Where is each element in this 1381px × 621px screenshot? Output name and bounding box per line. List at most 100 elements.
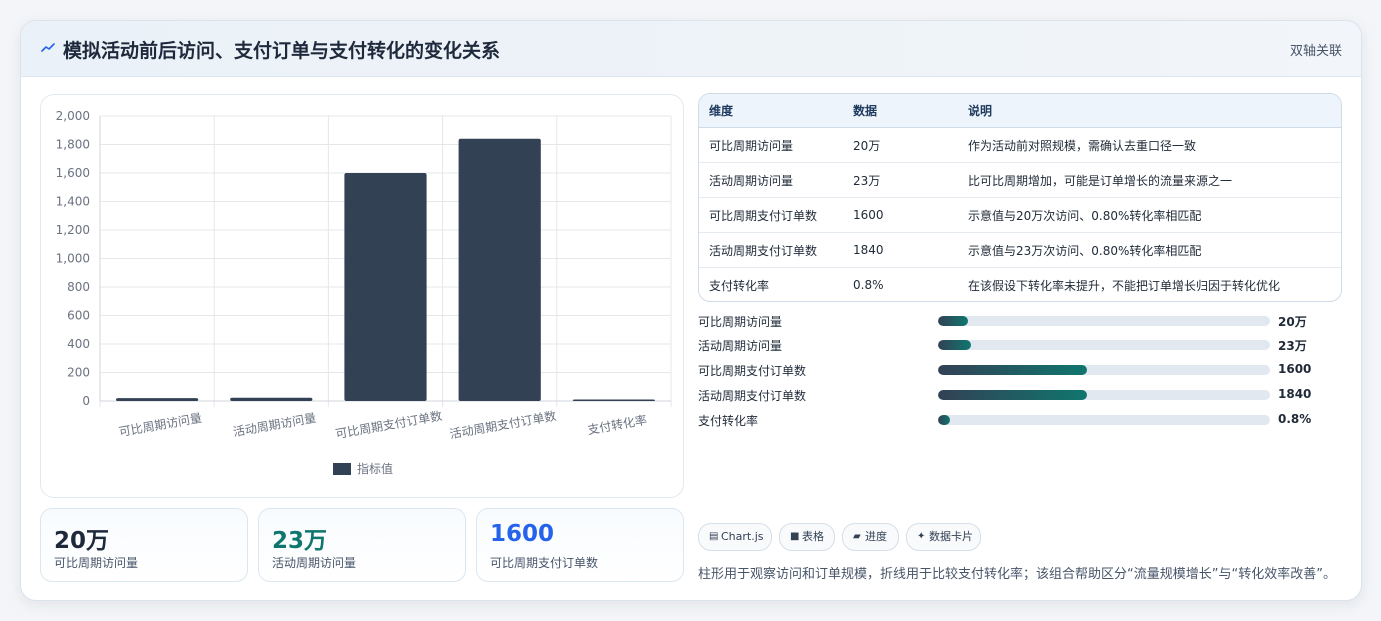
- table-cell: 比可比周期增加，可能是订单增长的流量来源之一: [968, 162, 1341, 198]
- table-cell: 1840: [853, 232, 968, 268]
- table-row: 活动周期支付订单数 1840 示意值与23万次访问、0.80%转化率相匹配: [699, 232, 1341, 268]
- progress-value: 23万: [1278, 339, 1307, 353]
- chart-icon: ▤: [709, 531, 719, 542]
- progress-track: [938, 415, 1270, 425]
- table-cell: 23万: [853, 162, 968, 198]
- sparkle-icon: ✦: [917, 531, 926, 542]
- progress-fill: [938, 340, 972, 350]
- table-cell: 示意值与23万次访问、0.80%转化率相匹配: [968, 232, 1341, 268]
- y-tick-label: 200: [67, 366, 90, 380]
- column-header: 维度: [699, 94, 853, 128]
- table-cell: 支付转化率: [709, 278, 770, 293]
- y-tick-label: 1,200: [56, 223, 90, 237]
- legend-swatch: [333, 463, 351, 475]
- chip-data-card[interactable]: ✦ 数据卡片: [906, 523, 981, 551]
- table-row: 支付转化率 0.8% 在该假设下转化率未提升，不能把订单增长归因于转化优化: [699, 268, 1341, 302]
- progress-label: 支付转化率: [698, 414, 759, 428]
- chip-label: 进度: [865, 530, 887, 543]
- table-row: 可比周期访问量 20万 作为活动前对照规模，需确认去重口径一致: [699, 127, 1341, 163]
- progress-value: 0.8%: [1278, 412, 1312, 426]
- data-table-panel: 维度 数据 说明 可比周期访问量 20万 作为活动前对照规模，需确认去重口径一致…: [698, 93, 1342, 302]
- x-tick-label: 可比周期访问量: [118, 411, 203, 439]
- y-tick-label: 400: [67, 337, 90, 351]
- metric-card-campaign-visits: 23万 活动周期访问量: [258, 508, 466, 582]
- metric-value: 1600: [490, 521, 555, 547]
- progress-row: 活动周期访问量 23万: [698, 335, 1338, 355]
- footer-note: 柱形用于观察访问和订单规模，折线用于比较支付转化率；该组合帮助区分“流量规模增长…: [698, 567, 1336, 582]
- dashboard-card: 模拟活动前后访问、支付订单与支付转化的变化关系 双轴关联 0 200 400 600 8…: [20, 20, 1362, 601]
- y-tick-label: 1,800: [56, 138, 90, 152]
- bar-chart: 0 200 400 600 800 1,000 1,200 1,400 1,600 1,800 2,…: [56, 109, 672, 476]
- progress-track: [938, 390, 1270, 400]
- table-cell: 可比周期访问量: [699, 127, 853, 163]
- data-table: 维度 数据 说明 可比周期访问量 20万 作为活动前对照规模，需确认去重口径一致…: [699, 94, 1341, 302]
- progress-label: 活动周期访问量: [698, 339, 783, 353]
- progress-label: 可比周期支付订单数: [698, 364, 807, 378]
- chart-panel: 0 200 400 600 800 1,000 1,200 1,400 1,600 1,800 2,…: [40, 94, 684, 498]
- progress-fill: [938, 390, 1088, 400]
- y-tick-label: 600: [67, 309, 90, 323]
- progress-label: 可比周期访问量: [698, 315, 783, 329]
- bar: [458, 138, 541, 402]
- metric-label: 可比周期支付订单数: [490, 556, 599, 570]
- metric-card-baseline-orders: 1600 可比周期支付订单数: [476, 508, 684, 582]
- page-title: 模拟活动前后访问、支付订单与支付转化的变化关系: [63, 40, 501, 62]
- y-tick-label: 800: [67, 280, 90, 294]
- metric-value: 20万: [54, 528, 110, 554]
- table-header-row: 维度 数据 说明: [699, 94, 1341, 128]
- chip-progress[interactable]: ▰ 进度: [842, 523, 899, 551]
- dual-axis-tag: 双轴关联: [1289, 44, 1342, 59]
- progress-value: 1840: [1278, 387, 1312, 401]
- table-cell: 示意值与20万次访问、0.80%转化率相匹配: [968, 197, 1341, 233]
- metric-label: 可比周期访问量: [54, 556, 139, 570]
- y-tick-label: 0: [82, 394, 90, 408]
- table-cell: 20万: [853, 127, 968, 163]
- bar: [572, 399, 655, 401]
- column-header: 数据: [853, 94, 968, 128]
- progress-label: 活动周期支付订单数: [698, 389, 807, 403]
- table-row: 可比周期支付订单数 1600 示意值与20万次访问、0.80%转化率相匹配: [699, 197, 1341, 233]
- y-tick-label: 1,400: [56, 195, 90, 209]
- table-cell: 在该假设下转化率未提升，不能把订单增长归因于转化优化: [968, 278, 1281, 293]
- x-tick-label: 活动周期支付订单数: [448, 408, 557, 442]
- table-cell: 活动周期支付订单数: [699, 232, 853, 268]
- table-cell: 作为活动前对照规模，需确认去重口径一致: [968, 127, 1341, 163]
- bar: [116, 398, 199, 401]
- progress-fill: [938, 316, 968, 326]
- x-tick-label: 支付转化率: [586, 412, 648, 437]
- legend-label: 指标值: [357, 461, 393, 476]
- progress-icon: ▰: [853, 531, 861, 542]
- y-tick-label: 2,000: [56, 109, 90, 123]
- progress-row: 可比周期支付订单数 1600: [698, 360, 1338, 380]
- table-row: 活动周期访问量 23万 比可比周期增加，可能是订单增长的流量来源之一: [699, 162, 1341, 198]
- progress-row: 活动周期支付订单数 1840: [698, 385, 1338, 405]
- metric-value: 23万: [272, 528, 328, 554]
- y-tick-label: 1,000: [56, 252, 90, 266]
- y-tick-label: 1,600: [56, 166, 90, 180]
- progress-fill: [938, 365, 1088, 375]
- table-icon: ■: [790, 531, 800, 542]
- column-header: 说明: [968, 94, 1341, 128]
- chip-table[interactable]: ■ 表格: [779, 523, 835, 551]
- chip-label: 数据卡片: [929, 530, 973, 543]
- x-tick-label: 活动周期访问量: [232, 411, 317, 439]
- chip-chartjs[interactable]: ▤ Chart.js: [698, 523, 772, 551]
- x-tick-label: 可比周期支付订单数: [334, 408, 443, 442]
- bar: [344, 173, 427, 401]
- progress-row: 支付转化率 0.8%: [698, 410, 1338, 430]
- card-header: 模拟活动前后访问、支付订单与支付转化的变化关系 双轴关联: [21, 21, 1361, 77]
- progress-track: [938, 340, 1270, 350]
- progress-value: 20万: [1278, 315, 1307, 329]
- metric-label: 活动周期访问量: [272, 556, 357, 570]
- table-cell: 1600: [853, 197, 968, 233]
- progress-value: 1600: [1278, 362, 1312, 376]
- chip-label: 表格: [802, 530, 824, 543]
- table-cell: 活动周期访问量: [699, 162, 853, 198]
- chip-label: Chart.js: [721, 530, 764, 543]
- table-cell: 0.8%: [853, 278, 884, 292]
- progress-fill: [938, 415, 950, 425]
- progress-row: 可比周期访问量 20万: [698, 311, 1338, 331]
- progress-track: [938, 365, 1270, 375]
- progress-track: [938, 316, 1270, 326]
- bar: [230, 397, 313, 401]
